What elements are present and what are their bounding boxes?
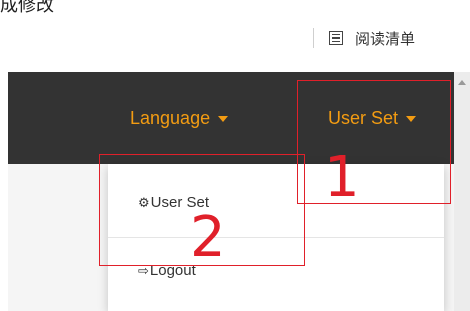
annotation-number-1: 1 [324, 145, 360, 210]
annotation-box-1 [297, 80, 451, 204]
annotation-number-2: 2 [190, 205, 226, 270]
reading-list-icon [329, 31, 343, 45]
reading-list-label: 阅读清单 [355, 29, 416, 48]
page-text-fragment: 成修改 [0, 0, 54, 16]
language-menu-label: Language [130, 107, 211, 128]
language-menu[interactable]: Language [130, 72, 229, 164]
scroll-up-arrow-icon[interactable] [458, 80, 466, 85]
caret-down-icon [218, 116, 229, 122]
toolbar-divider [313, 28, 314, 48]
page-background [8, 164, 108, 311]
reading-list-button[interactable]: 阅读清单 [313, 24, 415, 52]
scrollbar[interactable] [454, 72, 470, 311]
